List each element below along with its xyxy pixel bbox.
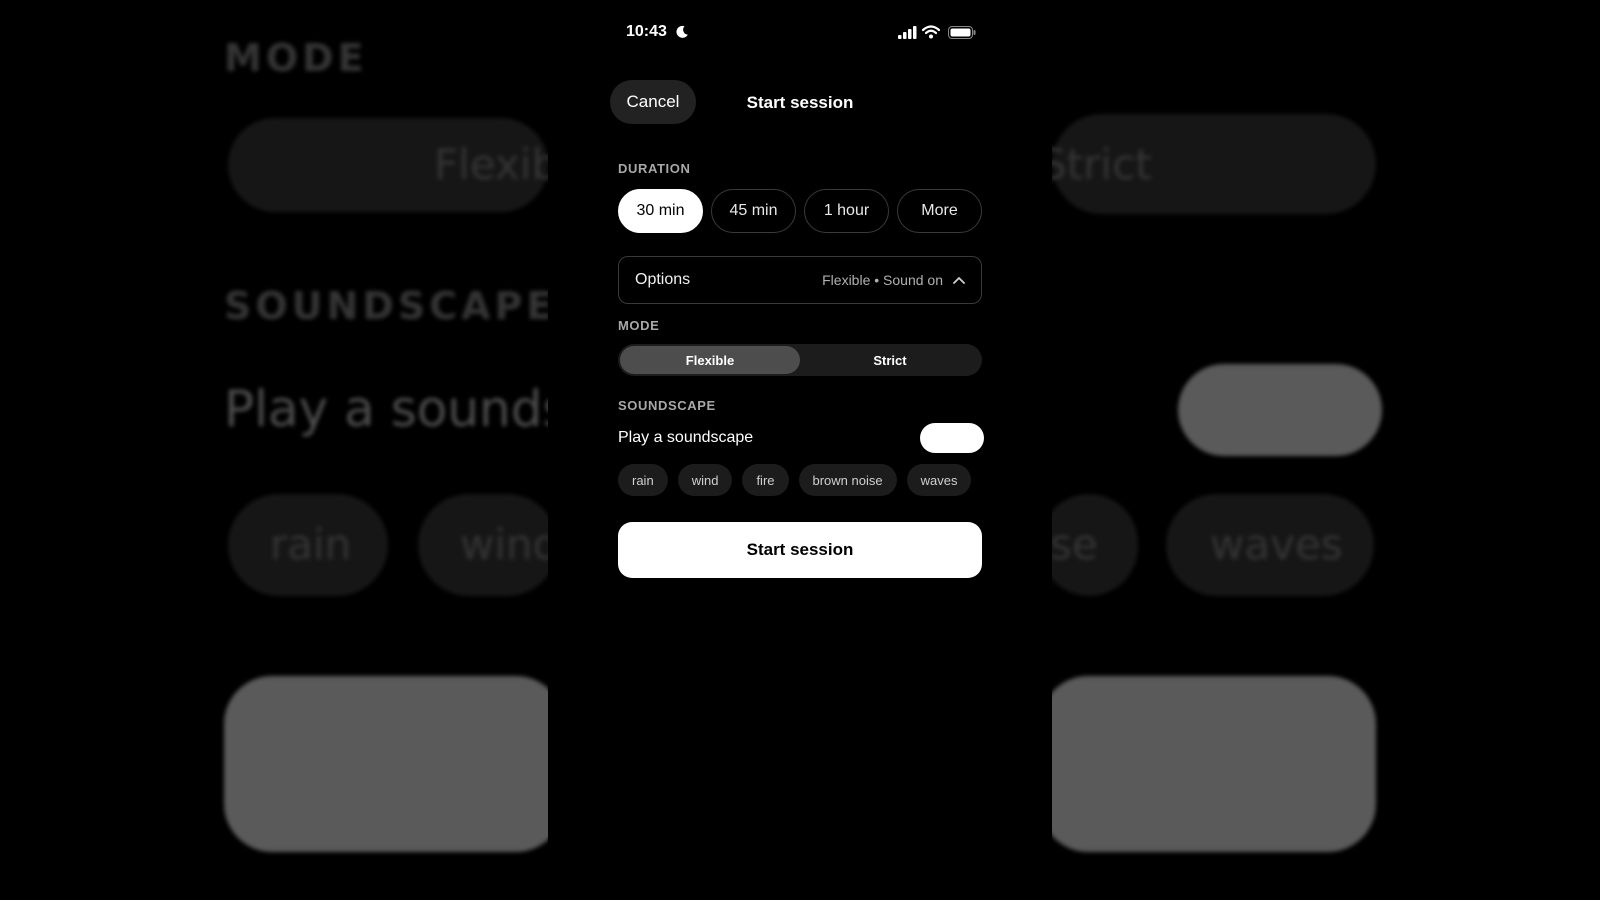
bg-start-button-right (1040, 676, 1376, 852)
soundscape-toggle[interactable] (920, 423, 984, 453)
bg-chip-se-text: se (1050, 520, 1098, 569)
sound-chip-fire[interactable]: fire (742, 464, 789, 496)
battery-icon (948, 26, 976, 39)
duration-options: 30 min 45 min 1 hour More (618, 189, 982, 233)
duration-option-1-hour[interactable]: 1 hour (804, 189, 889, 233)
soundscape-toggle-label: Play a soundscape (618, 429, 754, 446)
options-dropdown[interactable]: Options Flexible • Sound on (618, 256, 982, 304)
moon-icon (676, 25, 688, 38)
mode-segmented-control: Flexible Strict (618, 344, 982, 376)
bg-start-button-left (224, 676, 564, 852)
app-screen: MODE Flexib Strict SOUNDSCAPE Play a sou… (0, 0, 1600, 900)
wifi-icon (922, 25, 940, 39)
cellular-signal-icon (898, 26, 917, 39)
mode-option-strict[interactable]: Strict (800, 346, 980, 374)
bg-chip-rain-text: rain (270, 520, 352, 569)
soundscape-chips: rain wind fire brown noise waves (618, 464, 984, 498)
sound-chip-rain[interactable]: rain (618, 464, 668, 496)
soundscape-label: SOUNDSCAPE (618, 398, 716, 413)
duration-option-more[interactable]: More (897, 189, 982, 233)
soundscape-row: Play a soundscape (618, 422, 984, 454)
duration-option-45-min[interactable]: 45 min (711, 189, 796, 233)
duration-option-30-min[interactable]: 30 min (618, 189, 703, 233)
bg-mode-strict-text: Strict (1040, 140, 1152, 189)
sheet-title: Start session (746, 93, 854, 112)
bg-chip-wind-text: wind (460, 520, 560, 569)
bg-soundscape-heading: SOUNDSCAPE (224, 284, 557, 328)
sound-chip-wind[interactable]: wind (677, 464, 733, 496)
mode-option-flexible[interactable]: Flexible (620, 346, 800, 374)
sound-chip-brown-noise[interactable]: brown noise (798, 464, 897, 496)
bg-mode-heading: MODE (224, 36, 368, 80)
mode-label: MODE (618, 318, 660, 333)
phone-screen: 10:43 Cancel Start session DURATION 30 m… (548, 0, 1052, 900)
options-label: Options (635, 271, 691, 288)
status-time: 10:43 (626, 23, 667, 40)
bg-toggle (1178, 364, 1382, 456)
chevron-up-icon (953, 277, 965, 284)
bg-soundscape-text: Play a sounds (224, 380, 569, 438)
start-session-button[interactable]: Start session (618, 522, 982, 578)
bg-mode-flexible-text: Flexib (434, 140, 559, 189)
sound-chip-waves[interactable]: waves (906, 464, 972, 496)
duration-label: DURATION (618, 161, 691, 176)
status-bar: 10:43 (548, 20, 1052, 46)
bg-chip-waves-text: waves (1210, 520, 1343, 569)
options-summary: Flexible • Sound on (822, 272, 943, 288)
